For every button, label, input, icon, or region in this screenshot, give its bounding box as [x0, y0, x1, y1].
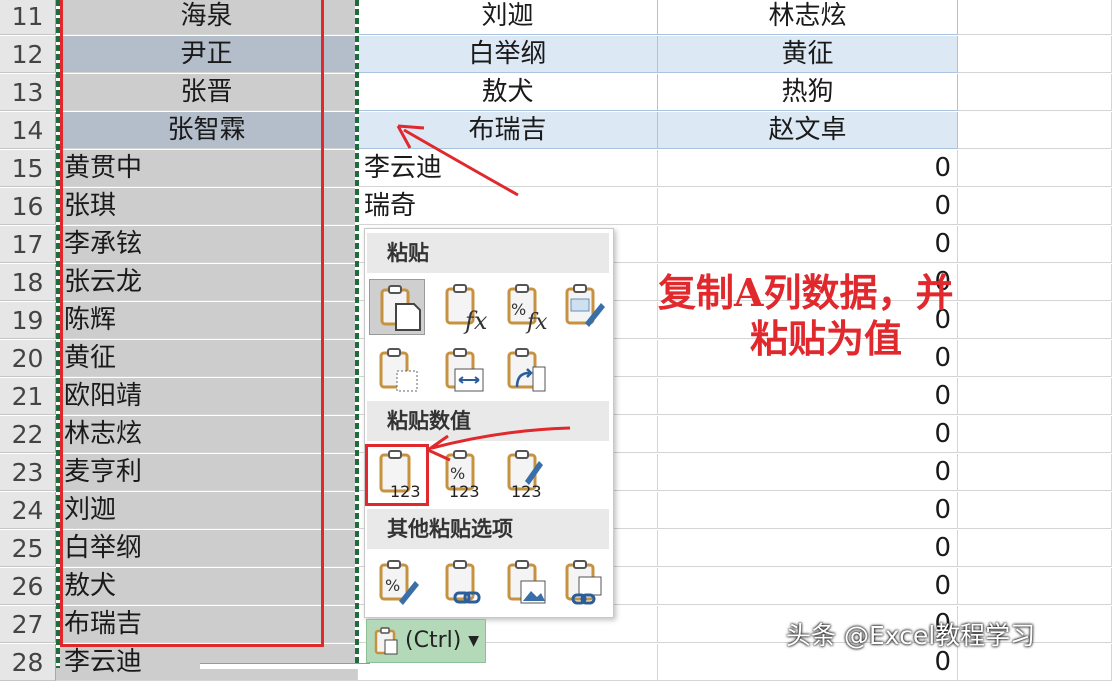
paste-options-menu[interactable]: 粘贴 fx % fx 粘贴数值 123 % 123 123 其他粘贴选项 % — [364, 228, 614, 618]
cell-b[interactable]: 白举纲 — [358, 36, 658, 73]
cell-d[interactable] — [958, 492, 1112, 529]
cell-d[interactable] — [958, 112, 1112, 149]
paste-formatting-button[interactable]: % — [369, 555, 425, 611]
cell-c[interactable]: 0 — [658, 492, 958, 529]
paste-transpose-button[interactable] — [497, 343, 553, 399]
clipboard-column-width-icon — [445, 348, 484, 392]
paste-values-source-format-button[interactable]: 123 — [497, 447, 553, 503]
cell-c[interactable]: 热狗 — [658, 74, 958, 111]
cell-c[interactable]: 黄征 — [658, 36, 958, 73]
row-header: 27 — [0, 606, 56, 643]
cell-c[interactable]: 0 — [658, 150, 958, 187]
clipboard-percent-formula-icon: %fx — [507, 284, 548, 335]
row-header: 20 — [0, 340, 56, 377]
annotation-text: 复制A列数据，并 粘贴为值 — [658, 270, 1038, 362]
paste-values-section-title: 粘贴数值 — [367, 401, 609, 441]
clipboard-transpose-icon — [507, 348, 546, 392]
annotation-line-2: 粘贴为值 — [750, 316, 903, 361]
cell-d[interactable] — [958, 0, 1112, 35]
cell-d[interactable] — [958, 226, 1112, 263]
cell-c[interactable]: 0 — [658, 378, 958, 415]
cell-c[interactable]: 0 — [658, 226, 958, 263]
row-header: 12 — [0, 36, 56, 73]
paste-values-number-format-label: 123 — [449, 482, 480, 501]
clipboard-formula-icon: fx — [445, 284, 488, 335]
clipboard-icon — [374, 627, 398, 655]
svg-text:fx: fx — [525, 310, 548, 335]
svg-text:fx: fx — [463, 307, 488, 335]
svg-text:%: % — [450, 464, 465, 483]
paste-values-source-format-label: 123 — [511, 482, 542, 501]
row-header: 28 — [0, 644, 56, 681]
cell-c[interactable]: 0 — [658, 568, 958, 605]
paste-formulas-number-format-button[interactable]: % fx — [497, 279, 553, 335]
cell-b[interactable]: 李云迪 — [358, 150, 658, 187]
paste-no-borders-button[interactable] — [369, 343, 425, 399]
clipboard-page-icon — [380, 285, 421, 331]
paste-formulas-button[interactable]: fx — [435, 279, 491, 335]
clipboard-linked-picture-icon — [565, 560, 602, 605]
cell-b[interactable]: 敖犬 — [358, 74, 658, 111]
row-header: 15 — [0, 150, 56, 187]
paste-keep-column-widths-button[interactable] — [435, 343, 491, 399]
svg-text:%: % — [511, 300, 526, 319]
row-header: 13 — [0, 74, 56, 111]
copy-marquee-right — [355, 0, 359, 668]
paste-values-number-label: 123 — [390, 482, 421, 501]
paste-linked-picture-button[interactable] — [555, 555, 611, 611]
clipboard-formatting-icon: % — [379, 560, 419, 605]
cell-d[interactable] — [958, 416, 1112, 453]
cell-d[interactable] — [958, 188, 1112, 225]
watermark: 头条 @Excel教程学习 — [786, 621, 1036, 650]
cell-b[interactable]: 瑞奇 — [358, 188, 658, 225]
row-header: 21 — [0, 378, 56, 415]
annotation-line-1: 复制A列数据，并 — [658, 270, 954, 315]
cell-c[interactable]: 0 — [658, 454, 958, 491]
row-header: 22 — [0, 416, 56, 453]
ctrl-button-label: (Ctrl) — [405, 628, 462, 653]
clipboard-no-borders-icon — [379, 348, 418, 392]
cell-d[interactable] — [958, 568, 1112, 605]
row-header: 18 — [0, 264, 56, 301]
row-header: 24 — [0, 492, 56, 529]
paste-values-number-format-button[interactable]: % 123 — [435, 447, 491, 503]
clipboard-link-icon — [445, 560, 481, 604]
paste-link-button[interactable] — [435, 555, 491, 611]
clipboard-brush-icon — [565, 284, 605, 327]
row-header: 23 — [0, 454, 56, 491]
cell-c[interactable]: 林志炫 — [658, 0, 958, 35]
cell-d[interactable] — [958, 74, 1112, 111]
cell-d[interactable] — [958, 36, 1112, 73]
svg-text:%: % — [385, 576, 400, 595]
sheet-bottom-edge — [200, 663, 370, 669]
cell-c[interactable]: 0 — [658, 416, 958, 453]
cell-b[interactable]: 刘迦 — [358, 0, 658, 35]
cell-d[interactable] — [958, 530, 1112, 567]
paste-values-button[interactable]: 123 — [365, 444, 429, 506]
copy-marquee-left — [56, 0, 60, 668]
row-header: 25 — [0, 530, 56, 567]
row-header: 16 — [0, 188, 56, 225]
row-header: 26 — [0, 568, 56, 605]
paste-section-title: 粘贴 — [367, 233, 609, 273]
row-header: 17 — [0, 226, 56, 263]
cell-c[interactable]: 赵文卓 — [658, 112, 958, 149]
cell-d[interactable] — [958, 378, 1112, 415]
cell-d[interactable] — [958, 454, 1112, 491]
chevron-down-icon: ▼ — [468, 633, 479, 649]
row-header: 11 — [0, 0, 56, 35]
column-a-highlight-box — [60, 0, 324, 647]
cell-d[interactable] — [958, 150, 1112, 187]
cell-c[interactable]: 0 — [658, 188, 958, 225]
cell-c[interactable]: 0 — [658, 530, 958, 567]
paste-options-ctrl-button[interactable]: (Ctrl) ▼ — [366, 619, 486, 663]
paste-keep-source-formatting-button[interactable] — [555, 279, 611, 335]
clipboard-picture-icon — [507, 560, 546, 604]
paste-button[interactable] — [369, 279, 425, 335]
row-header: 19 — [0, 302, 56, 339]
cell-b[interactable]: 布瑞吉 — [358, 112, 658, 149]
row-header: 14 — [0, 112, 56, 149]
paste-picture-button[interactable] — [497, 555, 553, 611]
other-paste-options-section-title: 其他粘贴选项 — [367, 509, 609, 549]
